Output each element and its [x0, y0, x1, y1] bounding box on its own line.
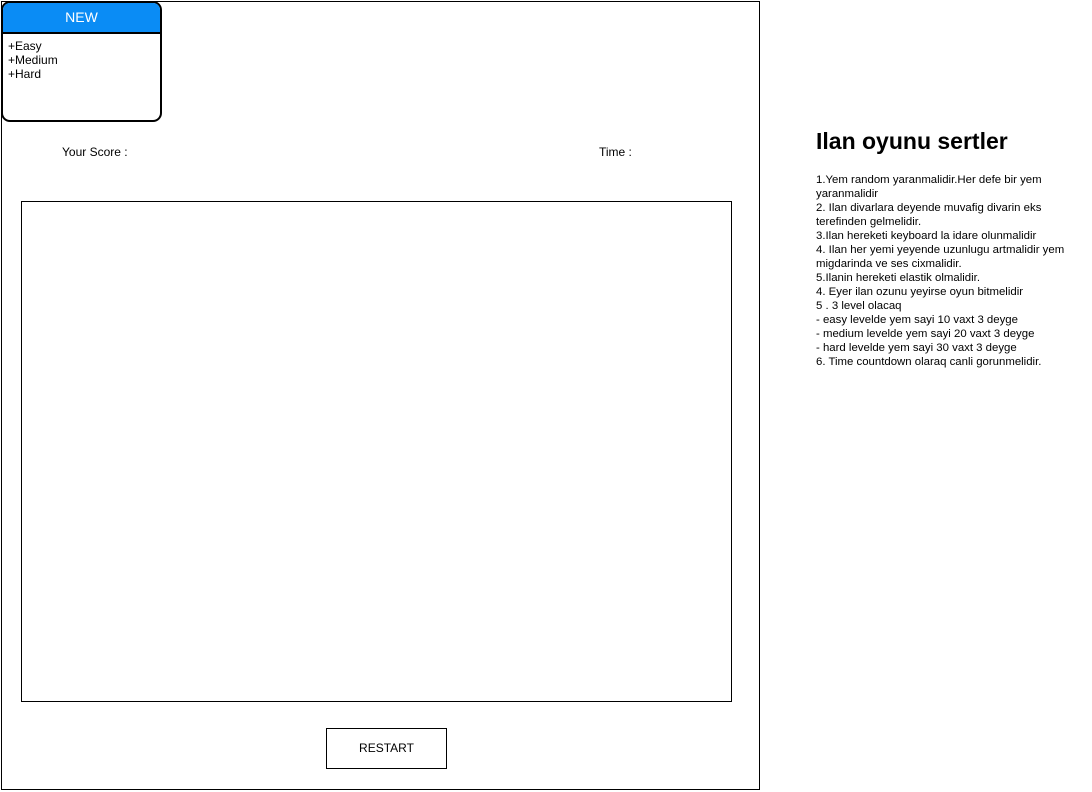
rule-item: - medium levelde yem sayi 20 vaxt 3 deyg…: [816, 328, 1035, 340]
rule-item: 6. Time countdown olaraq canli gorunmeli…: [816, 356, 1042, 368]
difficulty-hard[interactable]: +Hard: [8, 67, 160, 81]
new-game-button[interactable]: NEW: [3, 3, 160, 34]
restart-button[interactable]: RESTART: [326, 728, 447, 769]
rule-item: 2. Ilan divarlara deyende muvafig divari…: [816, 202, 1042, 228]
difficulty-easy[interactable]: +Easy: [8, 39, 160, 53]
rule-item: - easy levelde yem sayi 10 vaxt 3 deyge: [816, 314, 1018, 326]
game-board[interactable]: [21, 201, 732, 702]
rules-panel: Ilan oyunu sertler 1.Yem random yaranmal…: [816, 126, 1086, 369]
difficulty-medium[interactable]: +Medium: [8, 53, 160, 67]
rule-item: 4. Eyer ilan ozunu yeyirse oyun bitmelid…: [816, 286, 1024, 298]
new-game-menu: NEW +Easy +Medium +Hard: [1, 1, 162, 122]
rules-title: Ilan oyunu sertler: [816, 128, 1008, 154]
rule-item: 5.Ilanin hereketi elastik olmalidir.: [816, 272, 980, 284]
rule-item: 3.Ilan hereketi keyboard la idare olunma…: [816, 230, 1037, 242]
time-label: Time :: [599, 145, 632, 159]
rule-item: 1.Yem random yaranmalidir.Her defe bir y…: [816, 174, 1042, 200]
rule-item: 5 . 3 level olacaq: [816, 300, 902, 312]
rules-list: 1.Yem random yaranmalidir.Her defe bir y…: [816, 173, 1086, 369]
rule-item: - hard levelde yem sayi 30 vaxt 3 deyge: [816, 342, 1017, 354]
rule-item: 4. Ilan her yemi yeyende uzunlugu artmal…: [816, 244, 1065, 270]
difficulty-list: +Easy +Medium +Hard: [3, 34, 160, 81]
score-label: Your Score :: [62, 145, 128, 159]
